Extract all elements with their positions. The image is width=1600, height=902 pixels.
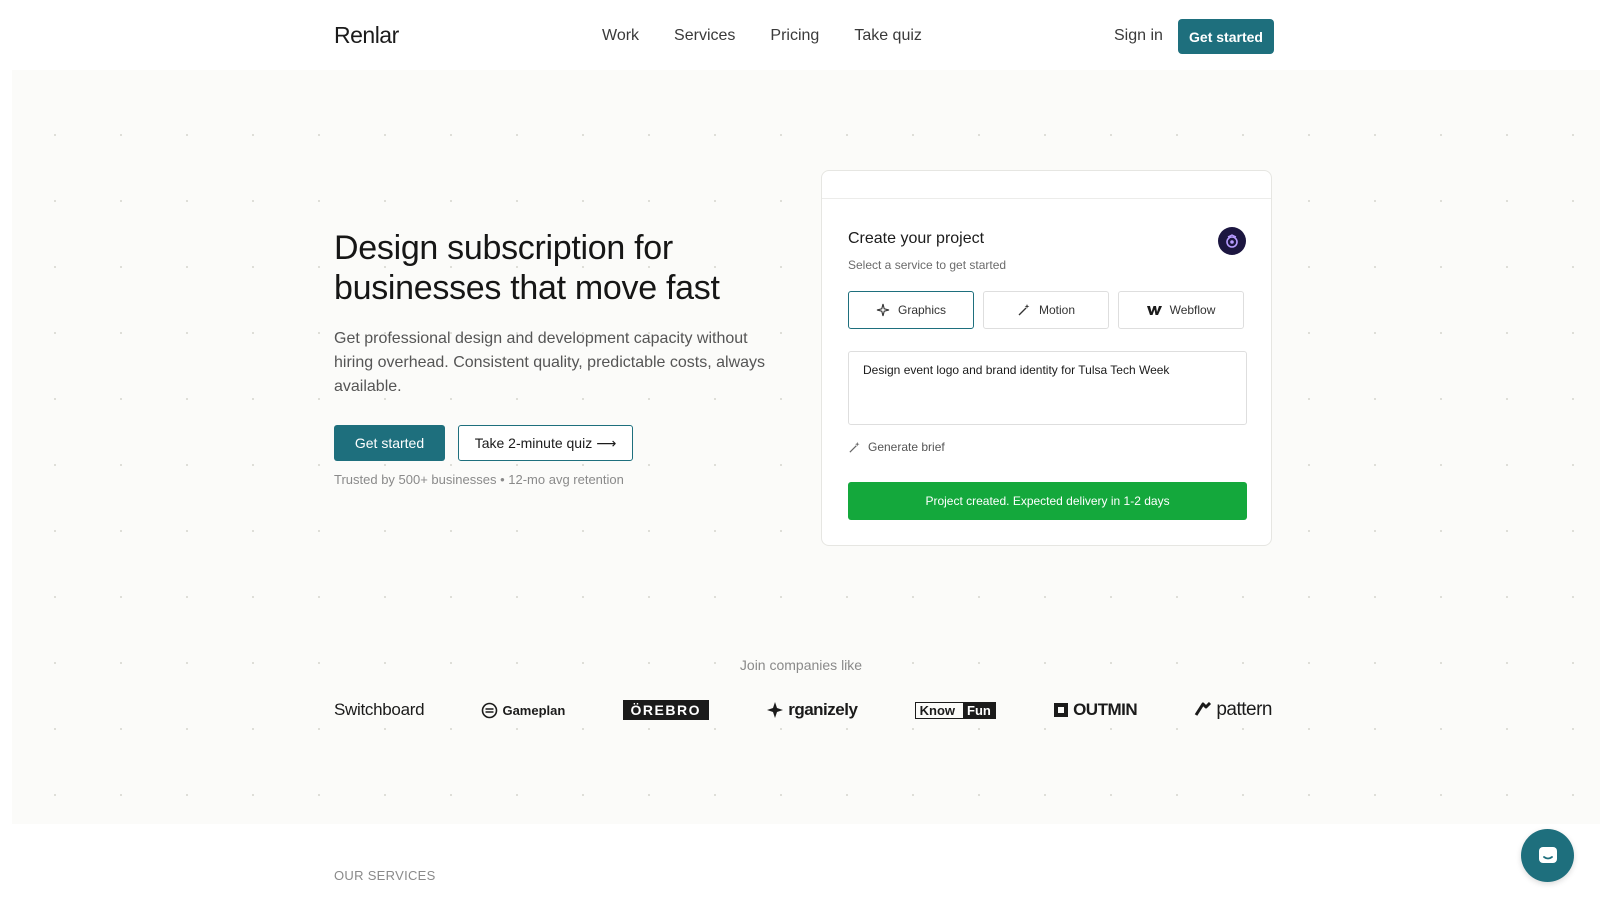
logo-gameplan-text: Gameplan — [502, 702, 566, 718]
hero-get-started-button[interactable]: Get started — [334, 425, 445, 461]
service-graphics-button[interactable]: Graphics — [848, 291, 974, 329]
logo-pattern-text: pattern — [1216, 699, 1272, 720]
take-quiz-label: Take 2-minute quiz — [474, 435, 593, 451]
project-created-banner: Project created. Expected delivery in 1-… — [848, 482, 1247, 520]
card-topbar — [822, 171, 1271, 199]
gameplan-mark-icon — [482, 702, 498, 718]
hero-subcopy: Get professional design and development … — [334, 330, 766, 395]
create-project-card: Create your project Select a service to … — [821, 170, 1272, 546]
generate-brief-button[interactable]: Generate brief — [848, 440, 945, 454]
card-subtitle: Select a service to get started — [848, 258, 1007, 272]
organizely-mark-icon — [767, 702, 784, 718]
magic-wand-icon — [1018, 304, 1030, 316]
logo-outmin-text: OUTMIN — [1073, 700, 1138, 719]
chat-icon — [1538, 846, 1557, 863]
hero-headline: Design subscription for businesses that … — [334, 229, 720, 307]
nav-take-quiz[interactable]: Take quiz — [854, 27, 922, 45]
sign-in-link[interactable]: Sign in — [1114, 27, 1163, 45]
card-title: Create your project — [848, 230, 985, 247]
trusted-note: Trusted by 500+ businesses • 12-mo avg r… — [334, 472, 624, 487]
service-motion-button[interactable]: Motion — [983, 291, 1109, 329]
magic-wand-icon — [849, 441, 860, 453]
avatar[interactable] — [1218, 227, 1246, 255]
companies-heading: Join companies like — [739, 657, 863, 673]
chat-launcher-button[interactable] — [1521, 829, 1574, 882]
take-quiz-button[interactable]: Take 2-minute quiz ⟶ — [458, 425, 633, 461]
service-label: Graphics — [897, 303, 947, 317]
assistant-icon — [1226, 234, 1238, 248]
logo-gameplan: Gameplan — [481, 702, 565, 719]
logo-switchboard: Switchboard — [334, 700, 425, 719]
main-nav: Work Services Pricing Take quiz — [602, 27, 922, 45]
outmin-mark-icon — [1054, 703, 1069, 717]
webflow-icon — [1146, 305, 1162, 315]
company-logos: Switchboard Gameplan ÖREBRO rganizely Kn… — [334, 695, 1272, 725]
nav-pricing[interactable]: Pricing — [770, 27, 819, 45]
generate-brief-label: Generate brief — [868, 440, 945, 454]
project-brief-input[interactable]: Design event logo and brand identity for… — [848, 351, 1247, 425]
logo-orebro: ÖREBRO — [622, 700, 709, 720]
our-services-label: OUR SERVICES — [334, 868, 436, 883]
logo-outmin: OUTMIN — [1053, 700, 1138, 720]
service-options: Graphics Motion Webflow — [848, 291, 1244, 329]
nav-work[interactable]: Work — [602, 27, 639, 45]
logo-knowfun-fun: Fun — [963, 702, 995, 718]
logo-organizely: rganizely — [766, 700, 858, 720]
service-label: Motion — [1038, 303, 1076, 317]
arrow-right-icon: ⟶ — [596, 434, 617, 451]
logo-organizely-text: rganizely — [788, 700, 858, 719]
pattern-mark-icon — [1195, 702, 1212, 716]
nav-services[interactable]: Services — [674, 27, 735, 45]
service-webflow-button[interactable]: Webflow — [1118, 291, 1244, 329]
sparkle-icon — [876, 303, 890, 317]
brand-logo[interactable]: Renlar — [334, 22, 399, 49]
header-get-started-button[interactable]: Get started — [1178, 19, 1274, 54]
logo-knowfun-know: Know — [919, 702, 956, 718]
service-label: Webflow — [1169, 303, 1216, 317]
logo-knowfun: Know Fun — [914, 701, 996, 719]
site-header: Renlar Work Services Pricing Take quiz S… — [0, 0, 1600, 70]
logo-pattern: pattern — [1194, 699, 1272, 721]
